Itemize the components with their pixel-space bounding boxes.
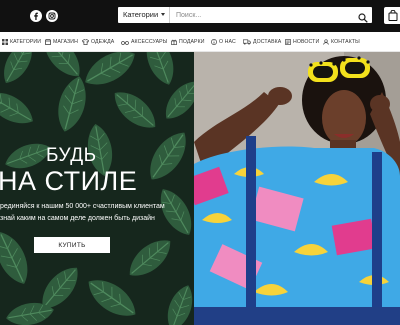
nav-item-shop[interactable]: МАГАЗИН <box>45 32 78 52</box>
top-bar: Категории <box>0 0 400 32</box>
nav-item-contacts[interactable]: КОНТАКТЫ <box>323 32 360 52</box>
category-select-label: Категории <box>123 10 159 19</box>
nav-item-gifts[interactable]: ПОДАРКИ <box>171 32 205 52</box>
buy-button[interactable]: КУПИТЬ <box>34 237 110 253</box>
nav-item-label: МАГАЗИН <box>53 39 78 45</box>
nav-item-news[interactable]: НОВОСТИ <box>285 32 319 52</box>
nav-item-label: ПОДАРКИ <box>179 39 205 45</box>
chevron-down-icon <box>161 13 165 16</box>
contacts-icon <box>323 39 329 45</box>
cart-button[interactable] <box>384 7 400 24</box>
nav-item-categories[interactable]: КАТЕГОРИИ <box>2 32 41 52</box>
search-icon[interactable] <box>358 10 368 23</box>
nav-item-accessories[interactable]: АКСЕССУАРЫ <box>121 32 167 52</box>
nav-item-label: НОВОСТИ <box>293 39 320 45</box>
shopping-bag-icon <box>388 10 398 21</box>
category-select[interactable]: Категории <box>118 7 170 23</box>
hero-headline-main: НА СТИЛЕ <box>0 166 138 196</box>
grid-icon <box>2 39 8 45</box>
nav-item-label: ДОСТАВКА <box>253 39 282 45</box>
glasses-icon <box>121 40 129 45</box>
main-nav: КАТЕГОРИИ МАГАЗИН ОДЕЖДА АКСЕССУАРЫ ПОДА… <box>0 32 400 52</box>
news-icon <box>285 39 291 45</box>
shirt-icon <box>82 39 89 45</box>
facebook-icon[interactable] <box>30 9 42 22</box>
nav-item-delivery[interactable]: ДОСТАВКА <box>243 32 281 52</box>
truck-icon <box>243 39 251 45</box>
search-bar: Категории <box>118 7 372 23</box>
hero-headline-top: БУДЬ <box>46 145 97 166</box>
nav-item-clothing[interactable]: ОДЕЖДА <box>82 32 114 52</box>
search-input[interactable] <box>172 7 352 23</box>
nav-item-label: АКСЕССУАРЫ <box>131 39 168 45</box>
model-illustration <box>194 52 400 325</box>
shop-icon <box>45 39 51 45</box>
hero-subtext-2: знай каким на самом деле должен быть диз… <box>0 215 155 222</box>
nav-item-about[interactable]: О НАС <box>211 32 236 52</box>
hero-subtext-1: рединяйся к нашим 50 000+ счастливым кли… <box>0 203 165 210</box>
nav-item-label: ОДЕЖДА <box>91 39 115 45</box>
instagram-icon[interactable] <box>46 9 58 22</box>
info-icon <box>211 39 217 45</box>
nav-item-label: КОНТАКТЫ <box>331 39 360 45</box>
nav-item-label: О НАС <box>219 39 236 45</box>
nav-item-label: КАТЕГОРИИ <box>10 39 42 45</box>
hero-model-photo <box>194 52 400 325</box>
gift-icon <box>171 39 177 45</box>
hero-banner: БУДЬ НА СТИЛЕ рединяйся к нашим 50 000+ … <box>0 52 400 325</box>
